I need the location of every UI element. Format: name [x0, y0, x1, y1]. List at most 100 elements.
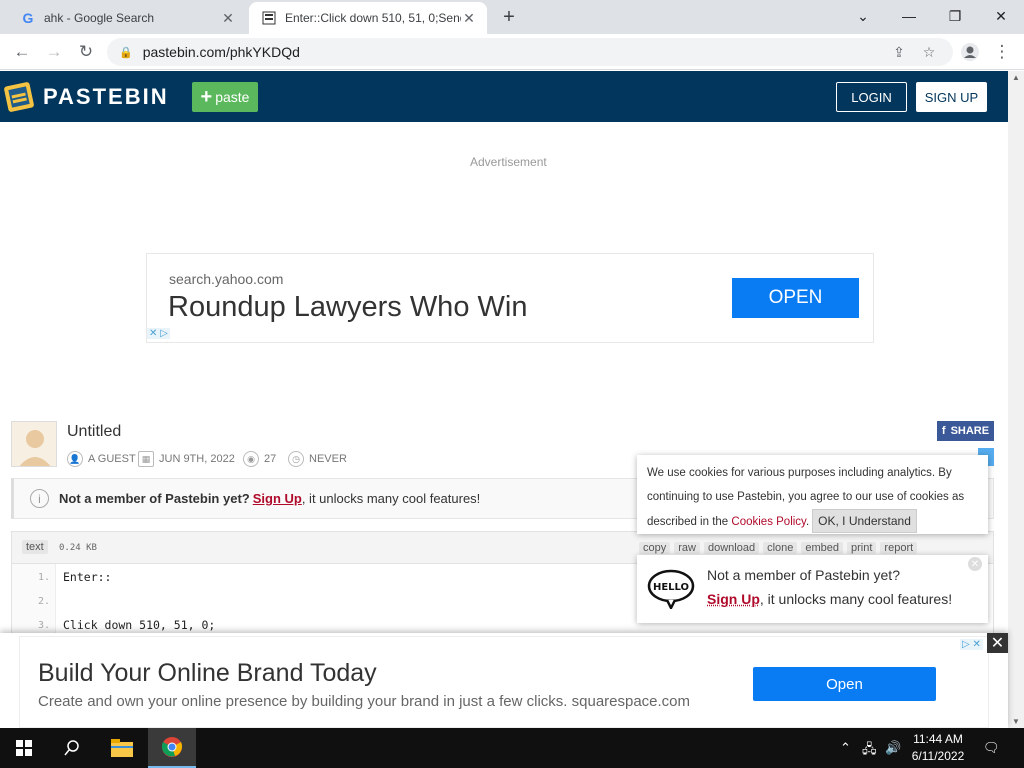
back-button[interactable]: ← — [10, 40, 34, 64]
lock-icon[interactable]: 🔒 — [119, 46, 133, 59]
avatar — [11, 421, 57, 467]
bottom-ad-sub: Create and own your online presence by b… — [38, 693, 691, 710]
new-paste-button[interactable]: + paste — [192, 82, 258, 112]
address-bar[interactable]: 🔒 pastebin.com/phkYKDQd ⇪ ☆ — [107, 38, 953, 66]
user-icon: 👤 — [67, 451, 83, 467]
network-icon[interactable]: 🖧 — [862, 740, 877, 762]
pastebin-icon — [261, 10, 277, 26]
tab-pastebin[interactable]: Enter::Click down 510, 51, 0;Send ✕ — [249, 2, 487, 34]
paste-label: paste — [215, 89, 250, 105]
tab-title: ahk - Google Search — [44, 11, 155, 25]
bottom-ad-headline[interactable]: Build Your Online Brand Today — [38, 659, 377, 688]
browser-toolbar: ← → ↻ 🔒 pastebin.com/phkYKDQd ⇪ ☆ ⋮ — [0, 34, 1024, 70]
restore-button[interactable]: ❐ — [932, 0, 978, 32]
login-button[interactable]: LOGIN — [836, 82, 907, 112]
popup-line2: Sign Up, it unlocks many cool features! — [707, 591, 952, 607]
notifications-icon[interactable]: 🗨 — [983, 740, 1000, 756]
reload-button[interactable]: ↻ — [74, 40, 98, 64]
site-header: PASTEBIN + paste LOGIN SIGN UP — [0, 71, 1008, 122]
cookie-accept-button[interactable]: OK, I Understand — [812, 509, 917, 533]
ad-headline[interactable]: Roundup Lawyers Who Win — [168, 291, 527, 324]
google-icon: G — [22, 10, 34, 26]
line-number: 2. — [37, 595, 50, 607]
tab-google-search[interactable]: G ahk - Google Search ✕ — [8, 2, 246, 34]
close-tab-icon[interactable]: ✕ — [461, 10, 477, 26]
tab-title: Enter::Click down 510, 51, 0;Send — [285, 11, 461, 25]
popup-line1: Not a member of Pastebin yet? — [707, 567, 900, 583]
cookie-popup: We use cookies for various purposes incl… — [637, 455, 988, 534]
calendar-icon: ▦ — [138, 451, 154, 467]
share-page-icon[interactable]: ⇪ — [889, 42, 909, 62]
plus-icon: + — [200, 85, 213, 108]
file-explorer-icon[interactable] — [98, 728, 146, 768]
close-ad-icon[interactable]: ✕ — [987, 633, 1008, 653]
clone-button[interactable]: clone — [763, 542, 798, 554]
syntax-badge[interactable]: text — [22, 540, 48, 554]
adchoices-icon[interactable]: ▷ ✕ — [960, 639, 983, 650]
volume-icon[interactable]: 🔊 — [885, 740, 901, 756]
facebook-share-button[interactable]: f SHARE — [937, 421, 994, 441]
cookies-policy-link[interactable]: Cookies Policy — [731, 516, 806, 528]
scroll-down-icon[interactable]: ▼ — [1012, 717, 1020, 726]
download-button[interactable]: download — [703, 542, 760, 554]
profile-avatar-icon[interactable] — [958, 40, 982, 64]
paste-author: 👤 A GUEST — [67, 451, 136, 467]
url-text: pastebin.com/phkYKDQd — [142, 44, 300, 60]
tab-strip: G ahk - Google Search ✕ Enter::Click dow… — [0, 0, 1024, 34]
paste-date: ▦ JUN 9TH, 2022 — [138, 451, 235, 467]
clock-date: 6/11/2022 — [911, 749, 965, 763]
advertisement-label: Advertisement — [470, 155, 547, 169]
report-button[interactable]: report — [880, 542, 918, 554]
notice-bold: Not a member of Pastebin yet? — [59, 491, 250, 506]
pastebin-logo-icon[interactable] — [4, 78, 36, 112]
top-ad-banner[interactable]: search.yahoo.com Roundup Lawyers Who Win… — [146, 253, 874, 343]
tab-search-icon[interactable]: ⌄ — [840, 0, 886, 32]
raw-button[interactable]: raw — [674, 542, 700, 554]
clock-icon: ◷ — [288, 451, 304, 467]
search-icon[interactable] — [48, 728, 96, 768]
taskbar-clock[interactable]: 11:44 AM 6/11/2022 — [905, 731, 971, 765]
bottom-ad-inner: Build Your Online Brand Today Create and… — [19, 636, 989, 728]
print-button[interactable]: print — [847, 542, 877, 554]
hello-bubble-icon: HELLO — [647, 569, 695, 611]
clock-time: 11:44 AM — [913, 732, 963, 746]
close-window-button[interactable]: ✕ — [978, 0, 1024, 32]
bottom-ad-open-button[interactable]: Open — [753, 667, 936, 701]
windows-start-icon[interactable] — [0, 728, 48, 768]
ad-source: search.yahoo.com — [169, 271, 284, 287]
scroll-up-icon[interactable]: ▲ — [1012, 73, 1020, 82]
share-label: SHARE — [950, 425, 990, 437]
forward-button[interactable]: → — [42, 40, 66, 64]
author-name[interactable]: A GUEST — [88, 453, 136, 465]
line-number: 3. — [37, 619, 50, 631]
popup-rest: , it unlocks many cool features! — [759, 591, 953, 607]
signup-popup: HELLO Not a member of Pastebin yet? Sign… — [637, 555, 988, 623]
popup-signup-link[interactable]: Sign Up — [707, 591, 760, 607]
close-tab-icon[interactable]: ✕ — [220, 10, 236, 26]
code-actions: copy raw download clone embed print repo… — [639, 542, 918, 554]
embed-button[interactable]: embed — [801, 542, 844, 554]
close-popup-icon[interactable]: ✕ — [968, 557, 982, 571]
chrome-taskbar-icon[interactable] — [148, 728, 196, 768]
show-hidden-icons[interactable]: ⌃ — [840, 740, 851, 756]
browser-menu-icon[interactable]: ⋮ — [990, 40, 1014, 64]
page-scrollbar[interactable]: ▲ ▼ — [1008, 71, 1024, 728]
minimize-button[interactable]: — — [886, 0, 932, 32]
site-brand[interactable]: PASTEBIN — [43, 84, 169, 110]
paste-title: Untitled — [67, 423, 122, 440]
notice-rest: , it unlocks many cool features! — [301, 491, 481, 506]
new-tab-button[interactable]: + — [498, 7, 520, 29]
eye-icon: ◉ — [243, 451, 259, 467]
copy-button[interactable]: copy — [639, 542, 671, 554]
ad-open-button[interactable]: OPEN — [732, 278, 859, 318]
notice-signup-link[interactable]: Sign Up — [253, 491, 302, 506]
line-text: Click down 510, 51, 0; — [63, 618, 216, 632]
signup-button[interactable]: SIGN UP — [916, 82, 987, 112]
bookmark-star-icon[interactable]: ☆ — [919, 42, 939, 62]
svg-text:HELLO: HELLO — [653, 582, 689, 593]
adchoices-icon[interactable]: ✕ ▷ — [147, 328, 170, 339]
bottom-ad-banner[interactable]: Build Your Online Brand Today Create and… — [0, 633, 1008, 728]
line-number: 1. — [37, 571, 50, 583]
views-count: 27 — [264, 453, 277, 465]
facebook-icon: f — [941, 425, 946, 437]
